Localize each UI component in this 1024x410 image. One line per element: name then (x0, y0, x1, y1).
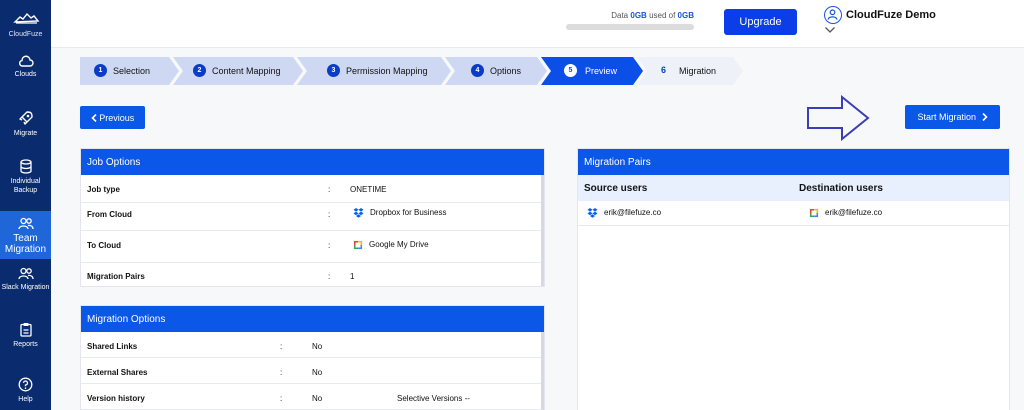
sidebar-item-help[interactable]: Help (0, 377, 51, 404)
sidebar-item-label: Help (18, 396, 33, 403)
dropbox-icon (353, 208, 364, 218)
chevron-left-icon (91, 113, 97, 122)
sidebar-item-reports[interactable]: Reports (0, 322, 51, 349)
chevron-right-icon (981, 112, 988, 122)
migration-pairs-title: Migration Pairs (578, 149, 1009, 175)
google-drive-icon (352, 239, 364, 251)
user-avatar-icon (824, 6, 842, 24)
user-name: CloudFuze Demo (846, 9, 936, 21)
data-total: 0GB (677, 11, 694, 20)
previous-button[interactable]: Previous (80, 106, 145, 129)
help-icon (18, 377, 33, 392)
dropbox-icon (587, 208, 598, 218)
cloudfuze-logo-icon (12, 12, 39, 24)
sidebar-item-label: Slack Migration (1, 284, 50, 291)
migration-pairs-panel: Migration Pairs Source users Destination… (577, 148, 1010, 410)
upgrade-button[interactable]: Upgrade (724, 9, 797, 35)
step-migration[interactable]: 6 Migration (637, 57, 743, 85)
migration-options-title: Migration Options (81, 306, 544, 332)
cloud-icon (18, 55, 34, 67)
destination-user: erik@filefuze.co (825, 208, 883, 218)
sidebar-item-individual-backup[interactable]: Individual Backup (0, 159, 51, 195)
migration-option-row: External Shares : No (81, 358, 544, 384)
source-users-header: Source users (584, 183, 648, 194)
start-migration-button[interactable]: Start Migration (905, 105, 1000, 129)
sidebar-item-label: Individual Backup (10, 178, 41, 194)
sidebar-item-team-migration[interactable]: Team Migration (0, 211, 51, 259)
step-selection[interactable]: 1 Selection (80, 57, 179, 85)
sidebar-item-label: Reports (13, 341, 38, 348)
sidebar-item-label: Team Migration (4, 233, 47, 255)
pair-row: erik@filefuze.co erik@filefuze.co (578, 201, 1009, 226)
scrollbar[interactable] (541, 175, 544, 286)
data-usage-text: Data 0GB used of 0GB (611, 11, 694, 20)
data-usage-bar (566, 24, 694, 30)
source-user: erik@filefuze.co (604, 208, 662, 218)
brand[interactable]: CloudFuze (0, 10, 51, 38)
sidebar-item-label: Migrate (13, 130, 38, 137)
google-drive-icon (808, 207, 820, 219)
migration-options-panel: Migration Options Shared Links : No Exte… (80, 305, 545, 410)
pairs-header-row: Source users Destination users (578, 175, 1009, 201)
data-used: 0GB (630, 11, 647, 20)
sidebar-item-clouds[interactable]: Clouds (0, 55, 51, 79)
step-preview[interactable]: 5 Preview (541, 57, 643, 85)
sidebar: CloudFuze Clouds Migrate Individual Back… (0, 0, 51, 410)
step-content-mapping[interactable]: 2 Content Mapping (173, 57, 303, 85)
rocket-icon (18, 111, 33, 125)
job-option-row: To Cloud : Google My Drive (81, 231, 544, 263)
migration-option-row: Version history : No Selective Versions … (81, 384, 544, 410)
job-options-panel: Job Options Job type : ONETIME From Clou… (80, 148, 545, 287)
sidebar-item-label: Clouds (14, 71, 37, 78)
sidebar-item-slack-migration[interactable]: Slack Migration (0, 267, 51, 292)
brand-name: CloudFuze (8, 31, 43, 38)
step-options[interactable]: 4 Options (445, 57, 547, 85)
job-option-row: From Cloud : Dropbox for Business (81, 203, 544, 231)
sidebar-item-migrate[interactable]: Migrate (0, 110, 51, 138)
destination-users-header: Destination users (799, 183, 883, 194)
migration-option-row: Shared Links : No (81, 332, 544, 358)
job-options-title: Job Options (81, 149, 544, 175)
clipboard-icon (19, 323, 32, 337)
job-option-row: Migration Pairs : 1 (87, 272, 355, 281)
job-option-row: Job type : ONETIME (81, 175, 544, 203)
database-icon (19, 159, 32, 174)
slack-team-icon (17, 267, 34, 280)
arrow-right-outline-icon (807, 95, 870, 141)
team-icon (17, 217, 34, 230)
chevron-down-icon[interactable] (824, 26, 836, 34)
top-header: Data 0GB used of 0GB Upgrade CloudFuze D… (51, 0, 1024, 48)
data-usage: Data 0GB used of 0GB (566, 11, 694, 30)
step-permission-mapping[interactable]: 3 Permission Mapping (297, 57, 451, 85)
scrollbar[interactable] (541, 332, 544, 410)
